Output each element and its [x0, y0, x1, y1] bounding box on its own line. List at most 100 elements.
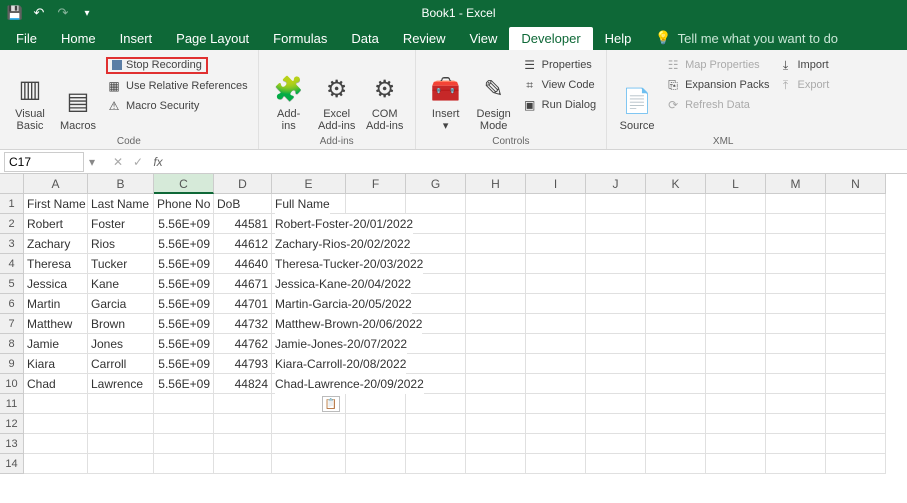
cell-I7[interactable] — [526, 314, 586, 334]
cell-L14[interactable] — [706, 454, 766, 474]
expansion-packs-button[interactable]: ⎘ Expansion Packs — [663, 76, 771, 94]
tab-home[interactable]: Home — [49, 27, 108, 50]
addins-button[interactable]: 🧩 Add- ins — [267, 54, 311, 134]
column-header-H[interactable]: H — [466, 174, 526, 194]
cell-C6[interactable]: 5.56E+09 — [154, 294, 214, 314]
cell-B12[interactable] — [88, 414, 154, 434]
cell-N7[interactable] — [826, 314, 886, 334]
cell-M5[interactable] — [766, 274, 826, 294]
cell-D8[interactable]: 44762 — [214, 334, 272, 354]
insert-button[interactable]: 🧰 Insert▾ — [424, 54, 468, 134]
cell-D13[interactable] — [214, 434, 272, 454]
cell-K13[interactable] — [646, 434, 706, 454]
cell-D7[interactable]: 44732 — [214, 314, 272, 334]
cell-M8[interactable] — [766, 334, 826, 354]
cell-L12[interactable] — [706, 414, 766, 434]
cell-A2[interactable]: Robert — [24, 214, 88, 234]
tab-insert[interactable]: Insert — [108, 27, 165, 50]
cell-A10[interactable]: Chad — [24, 374, 88, 394]
cell-B4[interactable]: Tucker — [88, 254, 154, 274]
cell-C8[interactable]: 5.56E+09 — [154, 334, 214, 354]
name-box[interactable]: C17 — [4, 152, 84, 172]
row-header-11[interactable]: 11 — [0, 394, 24, 414]
cell-J10[interactable] — [586, 374, 646, 394]
cell-B5[interactable]: Kane — [88, 274, 154, 294]
cell-K3[interactable] — [646, 234, 706, 254]
cell-K8[interactable] — [646, 334, 706, 354]
cell-C1[interactable]: Phone No — [154, 194, 214, 214]
cell-A1[interactable]: First Name — [24, 194, 88, 214]
cell-L1[interactable] — [706, 194, 766, 214]
cell-C9[interactable]: 5.56E+09 — [154, 354, 214, 374]
cell-N12[interactable] — [826, 414, 886, 434]
cell-B3[interactable]: Rios — [88, 234, 154, 254]
cell-B9[interactable]: Carroll — [88, 354, 154, 374]
cell-J11[interactable] — [586, 394, 646, 414]
cell-L8[interactable] — [706, 334, 766, 354]
select-all-corner[interactable] — [0, 174, 24, 194]
cell-L5[interactable] — [706, 274, 766, 294]
cell-B11[interactable] — [88, 394, 154, 414]
cell-H9[interactable] — [466, 354, 526, 374]
cell-N1[interactable] — [826, 194, 886, 214]
cell-L4[interactable] — [706, 254, 766, 274]
cell-D1[interactable]: DoB — [214, 194, 272, 214]
cell-K5[interactable] — [646, 274, 706, 294]
cell-D5[interactable]: 44671 — [214, 274, 272, 294]
cell-F1[interactable] — [346, 194, 406, 214]
cell-A12[interactable] — [24, 414, 88, 434]
cell-J1[interactable] — [586, 194, 646, 214]
cell-E14[interactable] — [272, 454, 346, 474]
cell-H4[interactable] — [466, 254, 526, 274]
cell-C11[interactable] — [154, 394, 214, 414]
cell-C7[interactable]: 5.56E+09 — [154, 314, 214, 334]
cell-A3[interactable]: Zachary — [24, 234, 88, 254]
cell-N11[interactable] — [826, 394, 886, 414]
cell-D12[interactable] — [214, 414, 272, 434]
stop-recording-button[interactable]: Stop Recording — [104, 56, 250, 75]
cell-L2[interactable] — [706, 214, 766, 234]
cell-I5[interactable] — [526, 274, 586, 294]
cell-N8[interactable] — [826, 334, 886, 354]
column-header-K[interactable]: K — [646, 174, 706, 194]
cell-K4[interactable] — [646, 254, 706, 274]
redo-icon[interactable]: ↷ — [54, 4, 72, 22]
cell-N14[interactable] — [826, 454, 886, 474]
cell-J3[interactable] — [586, 234, 646, 254]
cell-M10[interactable] — [766, 374, 826, 394]
cell-N3[interactable] — [826, 234, 886, 254]
cell-F11[interactable] — [346, 394, 406, 414]
cell-E13[interactable] — [272, 434, 346, 454]
cell-E10[interactable]: Chad-Lawrence-20/09/2022 — [272, 374, 346, 394]
cell-M12[interactable] — [766, 414, 826, 434]
name-box-dropdown-icon[interactable]: ▾ — [84, 155, 100, 169]
row-header-12[interactable]: 12 — [0, 414, 24, 434]
cell-L11[interactable] — [706, 394, 766, 414]
cell-N6[interactable] — [826, 294, 886, 314]
cell-I10[interactable] — [526, 374, 586, 394]
tab-review[interactable]: Review — [391, 27, 458, 50]
cell-K11[interactable] — [646, 394, 706, 414]
formula-input[interactable] — [172, 152, 907, 172]
column-header-D[interactable]: D — [214, 174, 272, 194]
cell-B7[interactable]: Brown — [88, 314, 154, 334]
cell-M2[interactable] — [766, 214, 826, 234]
cell-E4[interactable]: Theresa-Tucker-20/03/2022 — [272, 254, 346, 274]
cell-D9[interactable]: 44793 — [214, 354, 272, 374]
cell-H3[interactable] — [466, 234, 526, 254]
cell-I6[interactable] — [526, 294, 586, 314]
cell-K1[interactable] — [646, 194, 706, 214]
cancel-icon[interactable]: ✕ — [108, 155, 128, 169]
cell-B8[interactable]: Jones — [88, 334, 154, 354]
cell-N2[interactable] — [826, 214, 886, 234]
cell-I11[interactable] — [526, 394, 586, 414]
cell-M11[interactable] — [766, 394, 826, 414]
cell-N13[interactable] — [826, 434, 886, 454]
cell-G12[interactable] — [406, 414, 466, 434]
cell-B1[interactable]: Last Name — [88, 194, 154, 214]
cell-D2[interactable]: 44581 — [214, 214, 272, 234]
cell-L7[interactable] — [706, 314, 766, 334]
cell-B2[interactable]: Foster — [88, 214, 154, 234]
row-header-2[interactable]: 2 — [0, 214, 24, 234]
cell-I12[interactable] — [526, 414, 586, 434]
